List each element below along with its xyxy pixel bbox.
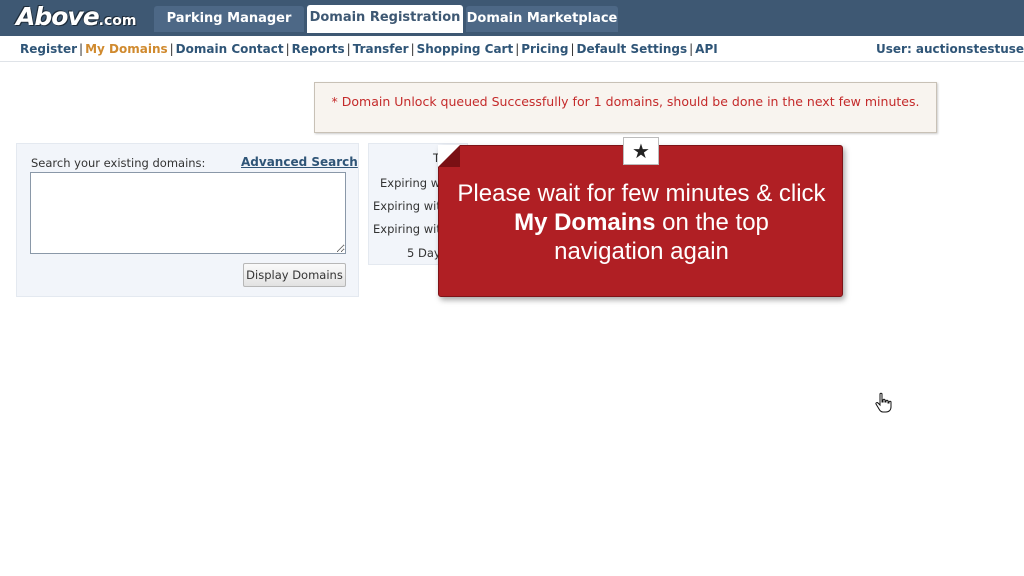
subnav-links: Register | My Domains | Domain Contact | Repor… (20, 42, 718, 56)
nav-separator: | (346, 42, 351, 56)
stat-expiring-label: Expiring wit (373, 199, 441, 213)
top-navigation-bar: Above.com Parking Manager Domain Registr… (0, 0, 1024, 36)
callout-text: Please wait for few minutes & click My D… (439, 179, 844, 266)
star-icon: ★ (623, 137, 659, 165)
nav-my-domains[interactable]: My Domains (85, 42, 168, 56)
stat-expiring-label: Expiring wit (373, 222, 441, 236)
nav-separator: | (689, 42, 694, 56)
stat-expiring-label: Expiring wi (380, 176, 444, 190)
nav-register[interactable]: Register (20, 42, 77, 56)
callout-line-1: Please wait for few minutes & click (457, 180, 826, 207)
domain-search-panel: Search your existing domains: Advanced S… (16, 143, 359, 297)
tab-domain-marketplace[interactable]: Domain Marketplace (466, 6, 618, 32)
tab-parking-manager[interactable]: Parking Manager (154, 6, 304, 32)
nav-domain-contact[interactable]: Domain Contact (176, 42, 284, 56)
nav-pricing[interactable]: Pricing (521, 42, 568, 56)
nav-reports[interactable]: Reports (292, 42, 345, 56)
nav-default-settings[interactable]: Default Settings (576, 42, 687, 56)
search-label: Search your existing domains: (31, 156, 206, 170)
user-label: User: auctionstestuser1 (876, 42, 1024, 56)
instruction-callout: Please wait for few minutes & click My D… (438, 145, 843, 297)
domain-search-input[interactable] (30, 172, 346, 254)
display-domains-button[interactable]: Display Domains (243, 263, 346, 287)
advanced-search-link[interactable]: Advanced Search (241, 155, 358, 169)
nav-separator: | (169, 42, 174, 56)
nav-separator: | (79, 42, 84, 56)
logo-text: Above (16, 2, 100, 31)
nav-separator: | (410, 42, 415, 56)
callout-folded-corner (438, 145, 460, 167)
hand-cursor-icon (874, 392, 894, 414)
nav-shopping-cart[interactable]: Shopping Cart (417, 42, 514, 56)
nav-api[interactable]: API (695, 42, 718, 56)
callout-line-2: My Domains on the top (439, 208, 844, 237)
callout-line-2-rest: on the top (655, 209, 769, 236)
callout-bold-text: My Domains (514, 209, 656, 236)
nav-transfer[interactable]: Transfer (353, 42, 409, 56)
logo-suffix: .com (98, 13, 137, 29)
nav-separator: | (285, 42, 290, 56)
stat-5-day-label: 5 Day (407, 246, 441, 260)
sub-navigation: Register | My Domains | Domain Contact | Repor… (0, 36, 1024, 62)
success-message: * Domain Unlock queued Successfully for … (314, 82, 937, 133)
tab-domain-registration[interactable]: Domain Registration (307, 5, 463, 33)
callout-line-3: navigation again (554, 238, 729, 265)
above-logo[interactable]: Above.com (16, 2, 137, 31)
